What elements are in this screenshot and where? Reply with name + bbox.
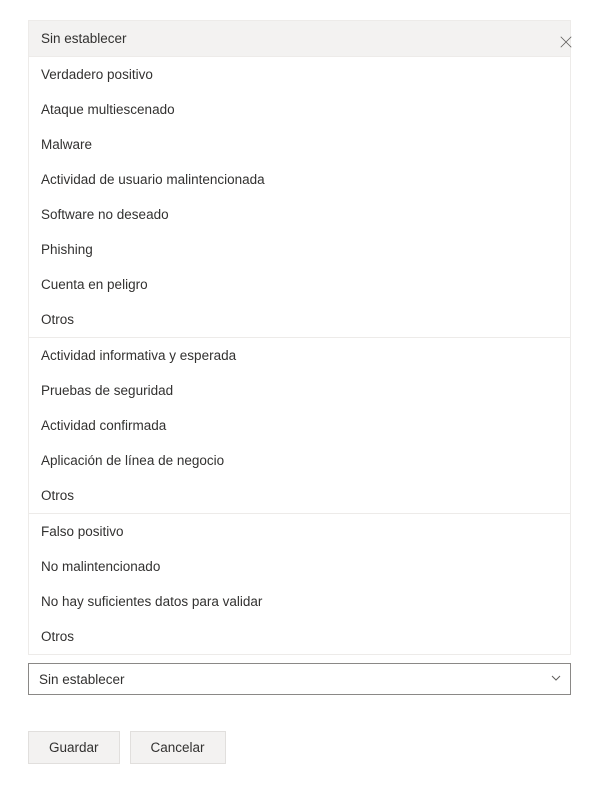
list-item[interactable]: Pruebas de seguridad bbox=[29, 373, 570, 408]
list-item[interactable]: Actividad confirmada bbox=[29, 408, 570, 443]
chevron-down-icon bbox=[550, 672, 562, 687]
close-button[interactable] bbox=[557, 34, 575, 52]
list-group: Falso positivoNo malintencionadoNo hay s… bbox=[29, 514, 570, 655]
action-bar: Guardar Cancelar bbox=[28, 731, 571, 764]
list-item[interactable]: Actividad informativa y esperada bbox=[29, 338, 570, 373]
list-item[interactable]: Aplicación de línea de negocio bbox=[29, 443, 570, 478]
list-item[interactable]: No malintencionado bbox=[29, 549, 570, 584]
classification-dropdown[interactable]: Sin establecer bbox=[28, 663, 571, 695]
list-item[interactable]: Malware bbox=[29, 127, 570, 162]
list-item[interactable]: Ataque multiescenado bbox=[29, 92, 570, 127]
classification-list: Sin establecerVerdadero positivoAtaque m… bbox=[28, 20, 571, 655]
list-group: Verdadero positivoAtaque multiescenadoMa… bbox=[29, 57, 570, 338]
list-item[interactable]: Software no deseado bbox=[29, 197, 570, 232]
list-item[interactable]: Sin establecer bbox=[29, 21, 570, 56]
list-item[interactable]: Phishing bbox=[29, 232, 570, 267]
save-button[interactable]: Guardar bbox=[28, 731, 120, 764]
list-item[interactable]: No hay suficientes datos para validar bbox=[29, 584, 570, 619]
classification-panel: Sin establecerVerdadero positivoAtaque m… bbox=[0, 20, 589, 799]
list-item[interactable]: Otros bbox=[29, 478, 570, 513]
list-item[interactable]: Otros bbox=[29, 619, 570, 654]
dropdown-value: Sin establecer bbox=[39, 672, 125, 687]
list-group: Actividad informativa y esperadaPruebas … bbox=[29, 338, 570, 514]
list-item[interactable]: Actividad de usuario malintencionada bbox=[29, 162, 570, 197]
list-group: Sin establecer bbox=[29, 20, 570, 57]
list-item[interactable]: Verdadero positivo bbox=[29, 57, 570, 92]
close-icon bbox=[559, 35, 573, 52]
list-item[interactable]: Cuenta en peligro bbox=[29, 267, 570, 302]
list-item[interactable]: Otros bbox=[29, 302, 570, 337]
list-item[interactable]: Falso positivo bbox=[29, 514, 570, 549]
cancel-button[interactable]: Cancelar bbox=[130, 731, 226, 764]
